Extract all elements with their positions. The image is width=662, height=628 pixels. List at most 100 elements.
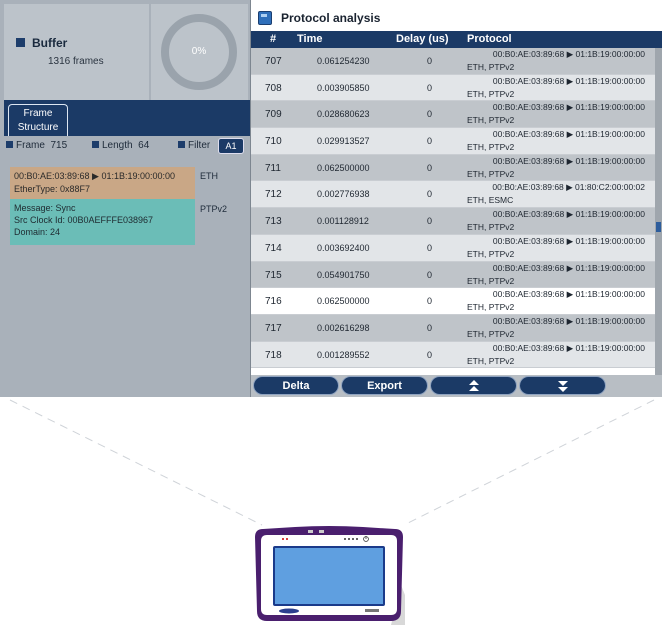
- packet-addresses: 00:B0:AE:03:89:68 ▶ 01:1B:19:00:00:00: [492, 289, 645, 300]
- buffer-marker-icon: [16, 38, 25, 47]
- table-row[interactable]: 709 0.028680623 0 00:B0:AE:03:89:68 ▶ 01:1B…: [251, 101, 655, 129]
- table-row[interactable]: 707 0.061254230 0 00:B0:AE:03:89:68 ▶ 01:1B…: [251, 48, 655, 75]
- column-header-delay[interactable]: Delay (us): [396, 33, 449, 45]
- table-row[interactable]: 715 0.054901750 0 00:B0:AE:03:89:68 ▶ 01:1B…: [251, 261, 655, 289]
- packet-delay: 0: [427, 109, 433, 120]
- packet-time: 0.062500000: [317, 296, 370, 307]
- packet-delay: 0: [427, 136, 433, 147]
- tester-device-illustration: [255, 526, 405, 625]
- packet-number: 708: [265, 82, 282, 94]
- column-header-num[interactable]: #: [270, 33, 276, 45]
- packet-number: 709: [265, 109, 282, 121]
- buffer-gauge-panel: 0%: [151, 4, 248, 100]
- table-scrollbar[interactable]: [655, 48, 662, 375]
- ptp-layer-box[interactable]: Message: Sync Src Clock Id: 00B0AEFFFE03…: [10, 199, 195, 245]
- length-marker-icon: [92, 141, 99, 148]
- filter-button[interactable]: A1: [218, 138, 244, 154]
- eth-layer-label: ETH: [200, 171, 218, 181]
- packet-number: 715: [265, 269, 282, 281]
- packet-addresses: 00:B0:AE:03:89:68 ▶ 01:1B:19:00:00:00: [492, 102, 645, 113]
- delta-button[interactable]: Delta: [253, 376, 339, 395]
- packet-addresses: 00:B0:AE:03:89:68 ▶ 01:1B:19:00:00:00: [492, 315, 645, 326]
- packet-addresses: 00:B0:AE:03:89:68 ▶ 01:1B:19:00:00:00: [492, 262, 645, 273]
- frame-info-row: Frame 715 Length 64 Filter A1: [0, 138, 250, 154]
- packet-delay: 0: [427, 296, 433, 307]
- packet-time: 0.003905850: [317, 82, 370, 93]
- packet-number: 712: [265, 189, 282, 201]
- packet-addresses: 00:B0:AE:03:89:68 ▶ 01:1B:19:00:00:00: [492, 209, 645, 220]
- packet-time: 0.002776938: [317, 189, 370, 200]
- packet-number: 710: [265, 136, 282, 148]
- filter-info: Filter: [178, 140, 210, 151]
- table-row[interactable]: 716 0.062500000 0 00:B0:AE:03:89:68 ▶ 01:1B…: [251, 288, 655, 315]
- packet-number: 718: [265, 349, 282, 361]
- packet-addresses: 00:B0:AE:03:89:68 ▶ 01:1B:19:00:00:00: [492, 75, 645, 86]
- packet-protocol-stack: ETH, PTPv2: [467, 88, 515, 99]
- packet-delay: 0: [427, 322, 433, 333]
- table-row[interactable]: 711 0.062500000 0 00:B0:AE:03:89:68 ▶ 01:1B…: [251, 154, 655, 182]
- table-row[interactable]: 717 0.002616298 0 00:B0:AE:03:89:68 ▶ 01:1B…: [251, 314, 655, 342]
- export-button[interactable]: Export: [341, 376, 428, 395]
- buffer-panel: Buffer 1316 frames: [4, 4, 149, 100]
- double-down-arrow-icon: [557, 381, 568, 393]
- table-row[interactable]: 710 0.029913527 0 00:B0:AE:03:89:68 ▶ 01:1B…: [251, 128, 655, 155]
- packet-number: 717: [265, 322, 282, 334]
- bottom-toolbar: Delta Export: [251, 375, 662, 397]
- packet-protocol-stack: ETH, PTPv2: [467, 248, 515, 259]
- packet-delay: 0: [427, 216, 433, 227]
- packet-time: 0.028680623: [317, 109, 370, 120]
- column-header-time[interactable]: Time: [297, 33, 322, 45]
- packet-delay: 0: [427, 242, 433, 253]
- packet-protocol-stack: ETH, PTPv2: [467, 168, 515, 179]
- tab-frame-structure[interactable]: Frame Structure: [8, 104, 68, 136]
- packet-protocol-stack: ETH, PTPv2: [467, 275, 515, 286]
- packet-addresses: 00:B0:AE:03:89:68 ▶ 01:1B:19:00:00:00: [492, 342, 645, 353]
- table-row[interactable]: 718 0.001289552 0 00:B0:AE:03:89:68 ▶ 01:1B…: [251, 341, 655, 369]
- packet-time: 0.061254230: [317, 56, 370, 66]
- scroll-up-button[interactable]: [430, 376, 517, 395]
- packet-time: 0.001289552: [317, 349, 370, 360]
- packet-protocol-stack: ETH, PTPv2: [467, 115, 515, 126]
- packet-table: 707 0.061254230 0 00:B0:AE:03:89:68 ▶ 01:1B…: [251, 48, 655, 369]
- packet-delay: 0: [427, 162, 433, 173]
- column-header-protocol[interactable]: Protocol: [467, 33, 512, 45]
- packet-number: 716: [265, 296, 282, 308]
- table-row[interactable]: 712 0.002776938 0 00:B0:AE:03:89:68 ▶ 01:80…: [251, 181, 655, 209]
- table-row[interactable]: 713 0.001128912 0 00:B0:AE:03:89:68 ▶ 01:1B…: [251, 208, 655, 235]
- scroll-down-button[interactable]: [519, 376, 606, 395]
- buffer-frame-count: 1316 frames: [48, 56, 104, 67]
- packet-time: 0.029913527: [317, 136, 370, 147]
- packet-addresses: 00:B0:AE:03:89:68 ▶ 01:1B:19:00:00:00: [492, 155, 645, 166]
- packet-protocol-stack: ETH, PTPv2: [467, 62, 515, 72]
- ptp-layer-label: PTPv2: [200, 204, 228, 214]
- buffer-gauge: 0%: [161, 14, 237, 90]
- packet-protocol-stack: ETH, PTPv2: [467, 302, 515, 313]
- packet-protocol-stack: ETH, PTPv2: [467, 355, 515, 366]
- filter-marker-icon: [178, 141, 185, 148]
- window-title: Protocol analysis: [281, 11, 381, 25]
- table-row[interactable]: 714 0.003692400 0 00:B0:AE:03:89:68 ▶ 01:1B…: [251, 234, 655, 262]
- buffer-gauge-value: 0%: [191, 46, 207, 57]
- double-up-arrow-icon: [468, 380, 479, 392]
- packet-number: 714: [265, 242, 282, 254]
- table-header: # Time Delay (us) Protocol: [251, 31, 662, 48]
- packet-delay: 0: [427, 269, 433, 280]
- packet-addresses: 00:B0:AE:03:89:68 ▶ 01:1B:19:00:00:00: [492, 129, 645, 140]
- packet-delay: 0: [427, 349, 433, 360]
- device-screen-capture: Buffer 1316 frames 0% Frame Structure Fr…: [0, 0, 662, 397]
- packet-delay: 0: [427, 56, 433, 66]
- table-row[interactable]: 708 0.003905850 0 00:B0:AE:03:89:68 ▶ 01:1B…: [251, 74, 655, 102]
- frame-info: Frame 715: [6, 140, 67, 151]
- packet-time: 0.002616298: [317, 322, 370, 333]
- packet-protocol-stack: ETH, ESMC: [467, 195, 514, 206]
- length-info: Length 64: [92, 140, 149, 151]
- packet-protocol-stack: ETH, PTPv2: [467, 222, 515, 233]
- packet-protocol-stack: ETH, PTPv2: [467, 328, 515, 339]
- protocol-analysis-window: Protocol analysis # Time Delay (us) Prot…: [251, 0, 662, 397]
- frame-marker-icon: [6, 141, 13, 148]
- packet-time: 0.001128912: [317, 216, 369, 227]
- packet-protocol-stack: ETH, PTPv2: [467, 142, 515, 153]
- scrollbar-thumb[interactable]: [656, 222, 661, 232]
- eth-layer-box[interactable]: 00:B0:AE:03:89:68 ▶ 01:1B:19:00:00:00 Et…: [10, 167, 195, 199]
- packet-addresses: 00:B0:AE:03:89:68 ▶ 01:1B:19:00:00:00: [492, 49, 645, 59]
